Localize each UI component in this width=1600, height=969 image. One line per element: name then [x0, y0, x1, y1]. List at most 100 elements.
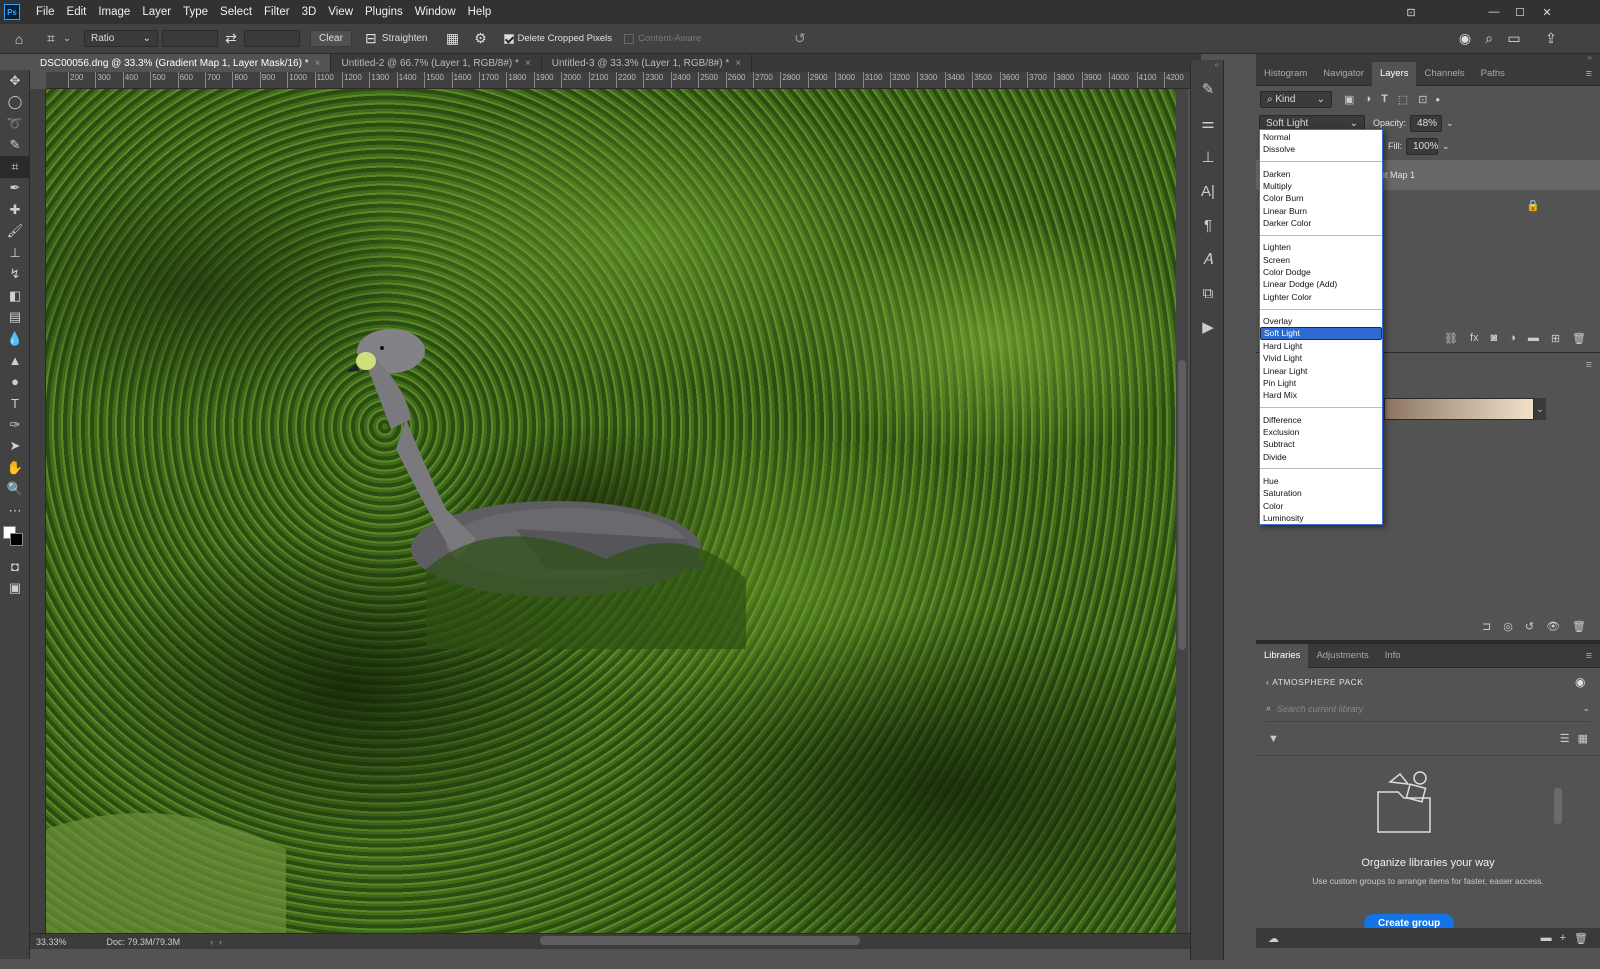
crop-tool-icon[interactable]: ⌗ [0, 156, 30, 178]
actions-play-icon[interactable]: ▶ [1191, 310, 1225, 344]
chevron-left-icon[interactable]: ‹ [219, 937, 222, 947]
opacity-field[interactable]: 48% [1410, 114, 1443, 132]
adjustment-filter-icon[interactable]: ◑ [1364, 93, 1371, 105]
menu-3d[interactable]: 3D [296, 0, 323, 24]
trash-icon[interactable]: 🗑 [1572, 332, 1586, 345]
tab-histogram[interactable]: Histogram [1256, 62, 1315, 86]
fill-field[interactable]: 100% [1406, 137, 1439, 155]
blend-mode-linear-burn[interactable]: Linear Burn [1260, 205, 1382, 217]
move-tool-icon[interactable]: ✥ [0, 70, 30, 92]
delete-cropped-checkbox[interactable]: Delete Cropped Pixels [503, 33, 612, 44]
image-canvas[interactable] [46, 89, 1176, 933]
gradient-tool-icon[interactable]: ▤ [0, 307, 30, 329]
blend-mode-luminosity[interactable]: Luminosity [1260, 512, 1382, 524]
blend-mode-overlay[interactable]: Overlay [1260, 315, 1382, 327]
menu-layer[interactable]: Layer [136, 0, 177, 24]
clip-icon[interactable]: ⊐ [1482, 620, 1491, 633]
search-icon[interactable]: ⌕ [1478, 28, 1500, 50]
zoom-level[interactable]: 33.33% [36, 937, 67, 947]
fx-icon[interactable]: fx [1470, 332, 1479, 344]
properties-icon[interactable]: ⚌ [1191, 106, 1225, 140]
pen-tool-icon[interactable]: ✑ [0, 414, 30, 436]
ratio-select[interactable]: Ratio ⌄ [84, 30, 158, 47]
chevron-down-icon[interactable]: ⌄ [1442, 141, 1450, 152]
blend-mode-vivid-light[interactable]: Vivid Light [1260, 352, 1382, 364]
blur-tool-icon[interactable]: 💧 [0, 328, 30, 350]
gradient-preview[interactable] [1384, 398, 1534, 420]
eyedropper-tool-icon[interactable]: ✒ [0, 178, 30, 200]
blend-mode-hue[interactable]: Hue [1260, 475, 1382, 487]
styles-icon[interactable]: ⧉ [1191, 276, 1225, 310]
blend-mode-multiply[interactable]: Multiply [1260, 180, 1382, 192]
tab-adjustments[interactable]: Adjustments [1308, 644, 1376, 668]
menu-type[interactable]: Type [177, 0, 214, 24]
blend-mode-saturation[interactable]: Saturation [1260, 487, 1382, 499]
blend-mode-darken[interactable]: Darken [1260, 168, 1382, 180]
sharpen-tool-icon[interactable]: ▲ [0, 350, 30, 372]
link-icon[interactable]: ⛓ [1444, 332, 1458, 345]
background-color[interactable] [10, 532, 23, 546]
panel-menu-icon[interactable]: ≡ [1586, 650, 1592, 662]
width-field[interactable] [162, 30, 218, 47]
crop-tool-icon[interactable]: ⌗ [40, 28, 62, 50]
menu-file[interactable]: File [30, 0, 61, 24]
menu-select[interactable]: Select [214, 0, 258, 24]
blend-mode-normal[interactable]: Normal [1260, 131, 1382, 143]
library-name[interactable]: ATMOSPHERE PACK [1272, 677, 1363, 687]
home-icon[interactable]: ⌂ [8, 28, 30, 50]
tab-libraries[interactable]: Libraries [1256, 643, 1309, 668]
blend-mode-linear-dodge-add[interactable]: Linear Dodge (Add) [1260, 278, 1382, 290]
lasso-tool-icon[interactable]: ➰ [0, 113, 30, 135]
minimize-icon[interactable]: — [1481, 0, 1507, 24]
library-scrollbar-thumb[interactable] [1554, 788, 1562, 824]
mask-icon[interactable]: ◙ [1491, 332, 1498, 344]
quick-select-tool-icon[interactable]: ✎ [0, 135, 30, 157]
scrollbar-thumb[interactable] [1178, 360, 1186, 650]
library-search[interactable]: ⌕ Search current library ⌄ [1266, 696, 1590, 722]
tab-navigator[interactable]: Navigator [1315, 62, 1372, 86]
blend-mode-exclusion[interactable]: Exclusion [1260, 426, 1382, 438]
menu-plugins[interactable]: Plugins [359, 0, 409, 24]
screen-mode-icon[interactable]: ▣ [0, 577, 30, 599]
menu-edit[interactable]: Edit [61, 0, 93, 24]
blend-mode-pin-light[interactable]: Pin Light [1260, 377, 1382, 389]
blend-mode-hard-mix[interactable]: Hard Mix [1260, 389, 1382, 401]
folder-icon[interactable]: ▬ [1528, 332, 1539, 344]
clone-source-icon[interactable]: ⊥ [1191, 140, 1225, 174]
height-field[interactable] [244, 30, 300, 47]
history-brush-icon[interactable]: ↯ [0, 264, 30, 286]
add-icon[interactable]: + [1560, 932, 1566, 944]
blend-mode-linear-light[interactable]: Linear Light [1260, 365, 1382, 377]
menu-filter[interactable]: Filter [258, 0, 296, 24]
path-select-tool-icon[interactable]: ➤ [0, 436, 30, 458]
user-icon[interactable]: ◉ [1454, 28, 1476, 50]
document-tab-1[interactable]: DSC00056.dng @ 33.3% (Gradient Map 1, La… [30, 54, 332, 72]
dodge-tool-icon[interactable]: ● [0, 371, 30, 393]
content-aware-checkbox[interactable]: Content-Aware [624, 33, 701, 44]
menu-help[interactable]: Help [462, 0, 498, 24]
list-view-icon[interactable]: ☰ [1560, 732, 1570, 745]
tab-channels[interactable]: Channels [1416, 62, 1472, 86]
document-tab-3[interactable]: Untitled-3 @ 33.3% (Layer 1, RGB/8#) * × [541, 54, 753, 72]
blend-mode-difference[interactable]: Difference [1260, 414, 1382, 426]
brush-tool-icon[interactable]: 🖌 [0, 221, 30, 243]
filter-kind-select[interactable]: ⌕ Kind ⌄ [1260, 90, 1332, 108]
panel-menu-icon[interactable]: ≡ [1586, 68, 1592, 80]
blend-mode-screen[interactable]: Screen [1260, 254, 1382, 266]
filter-toggle-icon[interactable]: ● [1435, 95, 1440, 104]
menu-window[interactable]: Window [409, 0, 462, 24]
eraser-tool-icon[interactable]: ◧ [0, 285, 30, 307]
blend-mode-divide[interactable]: Divide [1260, 451, 1382, 463]
folder-icon[interactable]: ▬ [1541, 932, 1552, 944]
blend-mode-color-burn[interactable]: Color Burn [1260, 192, 1382, 204]
filter-icon[interactable]: ▼ [1268, 733, 1279, 745]
shape-filter-icon[interactable]: ⬚ [1398, 93, 1408, 106]
user-icon[interactable]: ◉ [1575, 675, 1586, 689]
blend-mode-subtract[interactable]: Subtract [1260, 438, 1382, 450]
adjustment-layer-icon[interactable]: ◑ [1509, 332, 1516, 344]
menu-image[interactable]: Image [92, 0, 136, 24]
chevron-right-icon[interactable]: › [210, 937, 213, 947]
clear-button[interactable]: Clear [310, 30, 352, 47]
trash-icon[interactable]: 🗑 [1574, 932, 1588, 945]
undo-icon[interactable]: ↺ [789, 28, 811, 50]
